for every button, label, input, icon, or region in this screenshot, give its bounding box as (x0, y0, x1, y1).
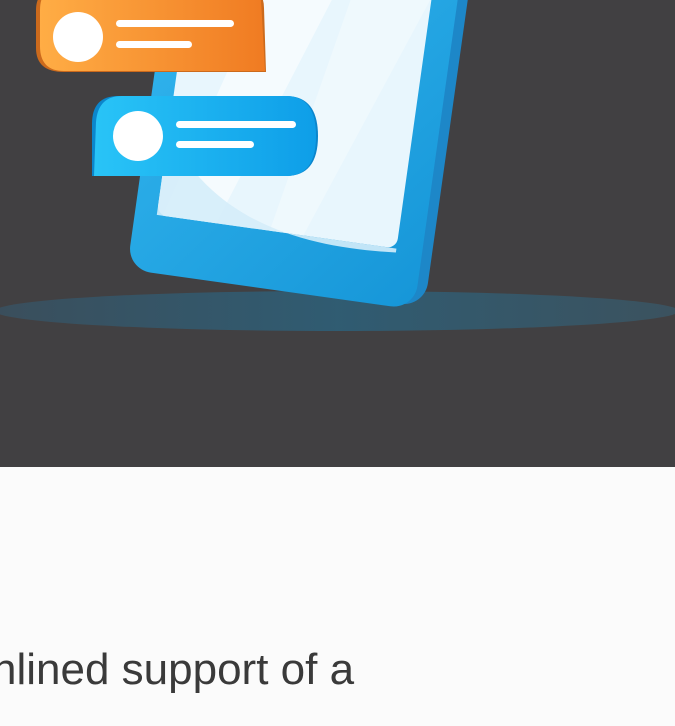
hero-illustration (0, 0, 675, 467)
phone-chat-illustration (0, 0, 675, 331)
blue-chat-bubble-icon (92, 96, 318, 176)
page: nlined support of a (0, 0, 675, 726)
article-paragraph: nlined support of a (0, 638, 675, 702)
orange-chat-bubble-icon (36, 0, 266, 72)
paragraph-line-1: nlined support of a (0, 645, 355, 694)
